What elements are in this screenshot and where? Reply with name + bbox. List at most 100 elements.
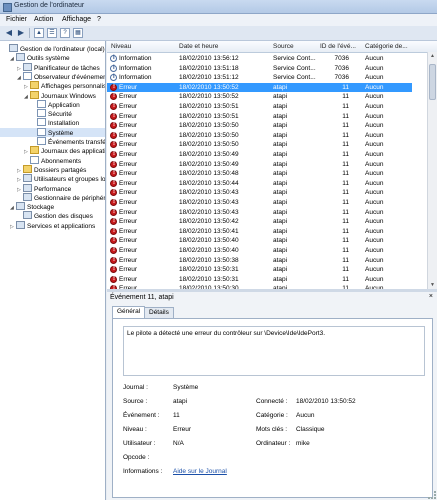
cell-id: 11 xyxy=(342,179,349,187)
window-titlebar: Gestion de l'ordinateur xyxy=(0,0,437,14)
tab-general[interactable]: Général xyxy=(112,306,146,318)
column-header-categorie[interactable]: Catégorie de... xyxy=(365,43,408,50)
error-icon xyxy=(110,102,117,111)
tree-item[interactable]: ◢ Journaux Windows xyxy=(0,90,105,100)
properties-icon[interactable]: ☰ xyxy=(47,28,57,38)
cell-date: 18/02/2010 13:50:50 xyxy=(179,122,239,130)
table-row[interactable]: Erreur 18/02/2010 13:50:50 atapi 11 Aucun xyxy=(107,121,412,130)
show-pane-icon[interactable]: ▦ xyxy=(73,28,83,38)
arrow-right-icon[interactable]: ▶ xyxy=(16,28,26,38)
table-row[interactable]: Erreur 18/02/2010 13:50:43 atapi 11 Aucun xyxy=(107,208,412,217)
categorie-label: Catégorie : xyxy=(256,412,288,419)
column-header-niveau[interactable]: Niveau xyxy=(111,43,131,50)
cell-level: Erreur xyxy=(119,179,138,187)
cell-level: Erreur xyxy=(119,131,138,139)
error-icon xyxy=(110,188,117,197)
tree-item[interactable]: Sécurité xyxy=(0,109,105,118)
table-row[interactable]: Erreur 18/02/2010 13:50:40 atapi 11 Aucun xyxy=(107,236,412,245)
menu-action[interactable]: Action xyxy=(34,16,53,23)
cell-level: Erreur xyxy=(119,237,138,245)
journal-help-link[interactable]: Aide sur le Journal xyxy=(173,468,227,475)
table-row[interactable]: Erreur 18/02/2010 13:50:40 atapi 11 Aucun xyxy=(107,246,412,255)
table-row[interactable]: Erreur 18/02/2010 13:50:41 atapi 11 Aucun xyxy=(107,227,412,236)
table-row[interactable]: Erreur 18/02/2010 13:50:52 atapi 11 Aucun xyxy=(107,82,412,92)
cell-source: atapi xyxy=(273,256,288,264)
close-icon[interactable]: × xyxy=(429,293,433,300)
scroll-up-icon[interactable]: ▲ xyxy=(429,52,436,60)
tree-item[interactable]: ◢ Stockage xyxy=(0,202,105,211)
tree-item[interactable]: ▷ Performance xyxy=(0,183,105,193)
tree-item[interactable]: Installation xyxy=(0,118,105,128)
table-row[interactable]: Erreur 18/02/2010 13:50:42 atapi 11 Aucun xyxy=(107,217,412,226)
cell-source: atapi xyxy=(273,218,288,226)
table-row[interactable]: Erreur 18/02/2010 13:50:49 atapi 11 Aucun xyxy=(107,160,412,169)
cell-source: atapi xyxy=(273,266,288,274)
table-row[interactable]: Erreur 18/02/2010 13:50:43 atapi 11 Aucun xyxy=(107,198,412,207)
menu-help[interactable]: ? xyxy=(97,16,101,23)
tree-item-label: Installation xyxy=(48,120,80,128)
up-folder-icon[interactable]: ▲ xyxy=(34,28,44,38)
tree-item[interactable]: ▷Utilisateurs et groupes locaux xyxy=(0,174,105,183)
error-icon xyxy=(110,160,117,169)
cell-category: Aucun xyxy=(365,141,384,149)
tree-item[interactable]: Gestionnaire de périphériques xyxy=(0,192,106,202)
table-row[interactable]: Information 18/02/2010 13:51:12 Service Co… xyxy=(107,73,412,82)
column-header-date[interactable]: Date et heure xyxy=(179,43,218,50)
tree-item-label: Affichages personnalisés xyxy=(41,83,106,91)
event-list-scrollbar[interactable]: ▲ ▼ xyxy=(427,52,437,289)
help-icon[interactable]: ? xyxy=(60,28,70,38)
tree-item[interactable]: Gestion des disques xyxy=(0,211,105,220)
cell-date: 18/02/2010 13:50:44 xyxy=(179,179,239,187)
resize-grip[interactable] xyxy=(428,491,436,499)
tree-item[interactable]: ◢ Observateur d'événements xyxy=(0,71,105,81)
tree-item[interactable]: ▷ Affichages personnalisés xyxy=(0,81,106,91)
motscles-value: Classique xyxy=(296,426,325,433)
menu-affichage[interactable]: Affichage xyxy=(62,16,91,23)
tree-item[interactable]: ▷Journaux des applications xyxy=(0,146,105,155)
event-message: Le pilote a détecté une erreur du contrô… xyxy=(127,330,326,337)
table-row[interactable]: Erreur 18/02/2010 13:50:51 atapi 11 Aucun xyxy=(107,112,412,121)
table-row[interactable]: Erreur 18/02/2010 13:50:31 atapi 11 Aucun xyxy=(107,275,412,284)
column-header-source[interactable]: Source xyxy=(273,43,294,50)
tree-item[interactable]: ▷ Planificateur de tâches xyxy=(0,62,105,72)
tree-item[interactable]: Gestion de l'ordinateur (local) xyxy=(0,44,105,53)
table-row[interactable]: Erreur 18/02/2010 13:50:52 atapi 11 Aucun xyxy=(107,92,412,101)
tree-item[interactable]: ▷ Dossiers partagés xyxy=(0,164,105,174)
event-detail-title: Événement 11, atapi xyxy=(110,294,174,301)
tree-item-label: Gestionnaire de périphériques xyxy=(34,194,106,202)
cell-source: atapi xyxy=(273,179,288,187)
tree-item[interactable]: ◢ Outils système xyxy=(0,53,105,62)
cell-source: atapi xyxy=(273,275,288,283)
tree-item[interactable]: ▷ Services et applications xyxy=(0,220,105,230)
error-icon xyxy=(110,92,117,101)
tree-item[interactable]: Application xyxy=(0,99,105,109)
column-header-id[interactable]: ID de l'évé... xyxy=(320,43,356,50)
scrollbar-thumb[interactable] xyxy=(429,64,436,100)
table-row[interactable]: Erreur 18/02/2010 13:50:44 atapi 11 Aucun xyxy=(107,179,412,188)
tab-details[interactable]: Détails xyxy=(144,307,174,318)
table-row[interactable]: Information 18/02/2010 13:51:18 Service Co… xyxy=(107,64,412,73)
log-icon xyxy=(37,109,46,118)
cell-source: atapi xyxy=(273,247,288,254)
table-row[interactable]: Erreur 18/02/2010 13:50:48 atapi 11 Aucun xyxy=(107,169,412,178)
cell-level: Erreur xyxy=(119,266,138,274)
table-row[interactable]: Erreur 18/02/2010 13:50:38 atapi 11 Aucun xyxy=(107,256,412,265)
scroll-down-icon[interactable]: ▼ xyxy=(429,281,436,289)
cell-date: 18/02/2010 13:50:49 xyxy=(179,151,239,158)
table-row[interactable]: Erreur 18/02/2010 13:50:43 atapi 11 Aucun xyxy=(107,188,412,197)
event-message-box[interactable]: Le pilote a détecté une erreur du contrô… xyxy=(123,326,425,376)
disk-icon xyxy=(23,211,32,220)
tree-item[interactable]: Système xyxy=(0,127,105,137)
table-row[interactable]: Erreur 18/02/2010 13:50:50 atapi 11 Aucun xyxy=(107,140,412,149)
arrow-left-icon[interactable]: ◀ xyxy=(4,28,14,38)
log-icon xyxy=(30,155,39,164)
tree-item[interactable]: Événements transférés xyxy=(0,137,105,146)
table-row[interactable]: Erreur 18/02/2010 13:50:49 atapi 11 Aucun xyxy=(107,150,412,159)
niveau-label: Niveau : xyxy=(123,426,147,433)
table-row[interactable]: Information 18/02/2010 13:56:12 Service Co… xyxy=(107,54,412,63)
table-row[interactable]: Erreur 18/02/2010 13:50:51 atapi 11 Aucun xyxy=(107,102,412,111)
table-row[interactable]: Erreur 18/02/2010 13:50:50 atapi 11 Aucun xyxy=(107,131,412,140)
tree-item[interactable]: Abonnements xyxy=(0,155,105,165)
menu-fichier[interactable]: Fichier xyxy=(6,16,27,23)
table-row[interactable]: Erreur 18/02/2010 13:50:31 atapi 11 Aucun xyxy=(107,265,412,274)
